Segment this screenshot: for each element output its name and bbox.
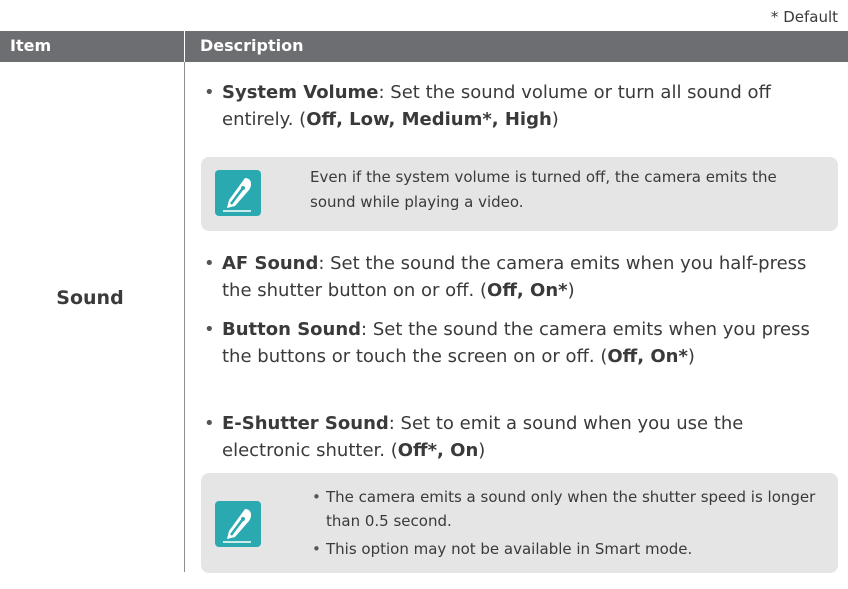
bullet-af-sound: AF Sound: Set the sound the camera emits… [204, 250, 822, 304]
note-text: Even if the system volume is turned off,… [310, 168, 777, 211]
bullet-e-shutter-sound: E-Shutter Sound: Set to emit a sound whe… [204, 410, 822, 464]
bullet-options: Off, On* [487, 280, 568, 301]
bullet-options: Off*, On [397, 440, 479, 461]
note-list: The camera emits a sound only when the s… [312, 485, 826, 565]
note-box: The camera emits a sound only when the s… [201, 473, 838, 573]
bullet-term: System Volume [222, 82, 379, 103]
settings-table: Item Description Sound System Volume: Se… [0, 31, 848, 576]
note-list-item: This option may not be available in Smar… [312, 537, 826, 561]
header-divider [184, 31, 185, 62]
header-description: Description [200, 36, 304, 55]
bullet-options: Off, On* [607, 346, 688, 367]
note-pen-icon [215, 501, 261, 547]
header-item: Item [10, 36, 52, 55]
bullet-term: AF Sound [222, 253, 319, 274]
bullet-button-sound: Button Sound: Set the sound the camera e… [204, 316, 822, 370]
note-list-item: The camera emits a sound only when the s… [312, 485, 826, 533]
table-header: Item Description [0, 31, 848, 62]
column-divider [184, 62, 185, 572]
note-pen-icon [215, 170, 261, 216]
bullet-term: Button Sound [222, 319, 362, 340]
bullet-term: E-Shutter Sound [222, 413, 389, 434]
bullet-options: Off, Low, Medium*, High [306, 109, 552, 130]
default-legend: * Default [770, 8, 838, 26]
note-box: Even if the system volume is turned off,… [201, 157, 838, 231]
bullet-system-volume: System Volume: Set the sound volume or t… [204, 79, 822, 133]
item-cell: Sound [56, 287, 124, 309]
